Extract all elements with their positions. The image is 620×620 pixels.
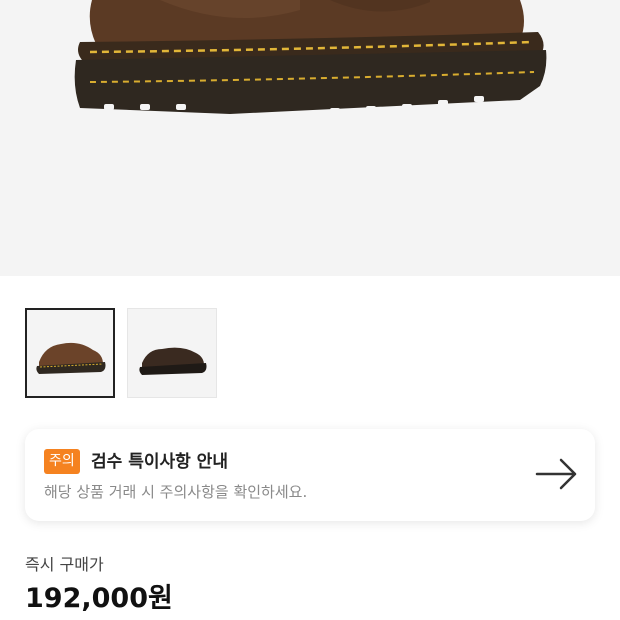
brown-shoe-thumbnail-icon xyxy=(36,342,106,374)
thumbnail-2[interactable] xyxy=(127,308,217,398)
arrow-right-icon[interactable] xyxy=(535,456,579,492)
product-main-image[interactable] xyxy=(0,0,620,276)
dark-shoe-thumbnail-icon xyxy=(139,347,207,375)
notice-description: 해당 상품 거래 시 주의사항을 확인하세요. xyxy=(44,483,308,501)
thumbnail-strip xyxy=(25,308,217,398)
inspection-notice-card[interactable]: 주의 검수 특이사항 안내 해당 상품 거래 시 주의사항을 확인하세요. xyxy=(25,429,595,521)
shoe-illustration xyxy=(74,0,547,114)
caution-badge: 주의 xyxy=(44,449,80,474)
instant-buy-price-value: 192,000원 xyxy=(25,583,173,614)
instant-buy-price-label: 즉시 구매가 xyxy=(25,555,104,574)
notice-title: 검수 특이사항 안내 xyxy=(91,452,228,472)
thumbnail-1[interactable] xyxy=(25,308,115,398)
